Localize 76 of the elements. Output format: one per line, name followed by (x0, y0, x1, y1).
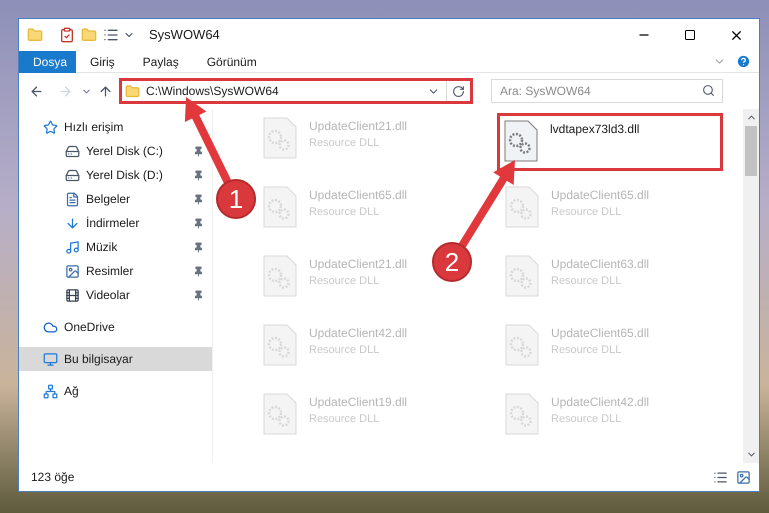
large-icons-view-icon[interactable] (736, 470, 751, 484)
gear-file-icon (505, 324, 539, 366)
sidebar-label: OneDrive (64, 319, 115, 336)
document-icon (65, 192, 80, 206)
sidebar-item[interactable]: Resimler (19, 259, 212, 283)
folder-icon (125, 84, 140, 98)
file-item[interactable]: lvdtapex73ld3.dll (497, 113, 723, 171)
back-icon[interactable] (29, 84, 44, 98)
gear-file-icon (263, 255, 297, 297)
sidebar-item[interactable]: İndirmeler (19, 211, 212, 235)
gear-file-icon (505, 393, 539, 435)
sidebar-label: Müzik (86, 239, 118, 256)
sidebar-label: İndirmeler (86, 215, 140, 232)
scrollbar[interactable] (743, 109, 759, 463)
file-name: UpdateClient21.dll (309, 118, 408, 135)
file-name: UpdateClient63.dll (551, 256, 650, 273)
gear-file-icon (504, 120, 538, 162)
sidebar-label: Yerel Disk (C:) (86, 143, 163, 160)
drive-icon (65, 144, 80, 158)
sidebar-label: Bu bilgisayar (64, 351, 133, 368)
gear-file-icon (263, 324, 297, 366)
sidebar-label: Belgeler (86, 191, 130, 208)
sidebar-label: Resimler (86, 263, 134, 280)
star-icon (43, 120, 58, 134)
ribbon-tab[interactable]: Paylaş (128, 50, 193, 72)
gear-file-icon (263, 117, 297, 159)
sidebar-label: Ağ (64, 383, 79, 400)
pictures-icon (65, 264, 80, 278)
sidebar-label: Hızlı erişim (64, 119, 124, 136)
file-name: UpdateClient21.dll (309, 256, 408, 273)
gear-file-icon (505, 186, 539, 228)
address-path: C:\Windows\SysWOW64 (146, 83, 279, 100)
gear-file-icon (263, 393, 297, 435)
file-name: lvdtapex73ld3.dll (550, 121, 640, 138)
computer-icon (43, 352, 58, 366)
file-name: UpdateClient42.dll (551, 394, 650, 411)
address-bar[interactable]: C:\Windows\SysWOW64 (119, 78, 473, 104)
ribbon-tab[interactable]: Görünüm (192, 50, 271, 72)
window-title: SysWOW64 (149, 26, 220, 44)
network-icon (43, 384, 58, 398)
search-field[interactable]: Ara: SysWOW64 (491, 79, 723, 103)
sidebar-item[interactable]: Belgeler (19, 187, 212, 211)
ribbon-tab[interactable]: Giriş (76, 50, 129, 72)
sidebar-item[interactable]: Ağ (19, 379, 212, 403)
sidebar-item[interactable]: Müzik (19, 235, 212, 259)
search-icon (702, 84, 715, 97)
download-icon (65, 216, 80, 230)
gear-file-icon (263, 186, 297, 228)
up-icon[interactable] (98, 84, 113, 98)
sidebar-item[interactable]: Yerel Disk (C:) (19, 139, 212, 163)
ribbon-tab[interactable]: Dosya (19, 50, 76, 72)
file-name: UpdateClient65.dll (309, 187, 408, 204)
music-icon (65, 240, 80, 254)
maximize-icon (684, 29, 696, 41)
list-icon[interactable] (103, 27, 119, 43)
sidebar-item[interactable]: Hızlı erişim (19, 115, 212, 139)
gear-file-icon (505, 255, 539, 297)
sidebar-label: Yerel Disk (D:) (86, 167, 163, 184)
scroll-thumb[interactable] (745, 126, 757, 176)
sidebar-item[interactable]: Yerel Disk (D:) (19, 163, 212, 187)
file-name: UpdateClient65.dll (551, 187, 650, 204)
sidebar-item[interactable]: Videolar (19, 283, 212, 307)
cloud-icon (43, 320, 58, 334)
file-name: UpdateClient19.dll (309, 394, 408, 411)
refresh-icon[interactable] (452, 84, 465, 98)
sidebar-item[interactable]: OneDrive (19, 315, 212, 339)
video-icon (65, 288, 80, 302)
properties-icon[interactable] (59, 27, 75, 43)
file-name: UpdateClient42.dll (309, 325, 408, 342)
sidebar-label: Videolar (86, 287, 130, 304)
sidebar-item[interactable]: Bu bilgisayar (19, 347, 212, 371)
help-icon[interactable] (736, 54, 751, 69)
item-count: 123 öğe (31, 469, 74, 486)
drive-icon (65, 168, 80, 182)
details-view-icon[interactable] (713, 470, 728, 484)
file-name: UpdateClient65.dll (551, 325, 650, 342)
